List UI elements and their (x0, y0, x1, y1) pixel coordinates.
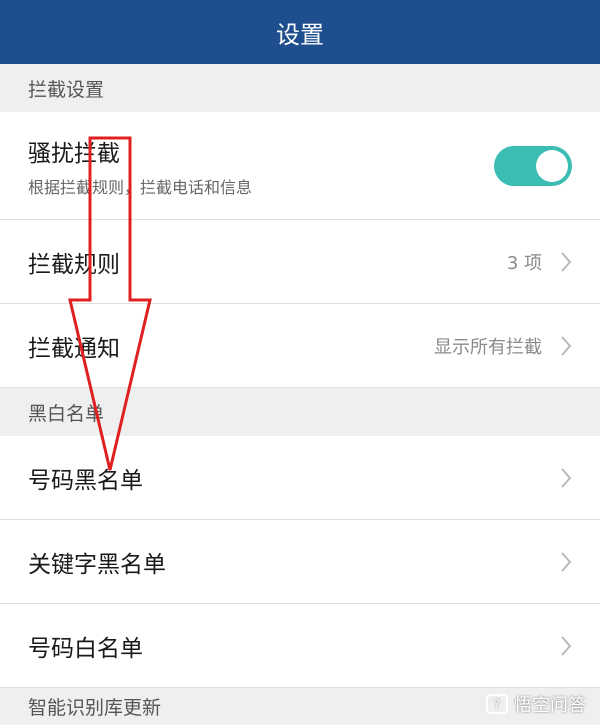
intercept-notify-row[interactable]: 拦截通知 显示所有拦截 (0, 304, 600, 388)
section-header-blackwhite: 黑白名单 (0, 388, 600, 436)
row-title: 号码白名单 (28, 635, 143, 662)
harassment-intercept-row[interactable]: 骚扰拦截 根据拦截规则，拦截电话和信息 (0, 112, 600, 220)
row-text: 骚扰拦截 根据拦截规则，拦截电话和信息 (28, 134, 252, 198)
watermark: ? 悟空问答 (486, 691, 586, 717)
chevron-right-icon (561, 335, 572, 356)
watermark-text: 悟空问答 (514, 695, 586, 716)
row-title: 骚扰拦截 (28, 140, 120, 167)
row-title: 号码黑名单 (28, 467, 143, 494)
row-subtitle: 根据拦截规则，拦截电话和信息 (28, 177, 253, 197)
chevron-right-icon (561, 635, 572, 656)
section-label: 黑白名单 (28, 402, 105, 425)
title-bar: 设置 (0, 0, 600, 64)
section-header-intercept: 拦截设置 (0, 64, 600, 112)
row-value: 显示所有拦截 (434, 336, 542, 358)
chevron-right-icon (561, 251, 572, 272)
section-label: 拦截设置 (28, 78, 105, 101)
intercept-rules-row[interactable]: 拦截规则 3 项 (0, 220, 600, 304)
row-title: 拦截规则 (28, 251, 120, 278)
row-right: 显示所有拦截 (434, 333, 572, 359)
toggle-knob (536, 149, 568, 182)
wukong-logo-icon: ? (486, 694, 508, 714)
number-blacklist-row[interactable]: 号码黑名单 (0, 436, 600, 520)
keyword-blacklist-row[interactable]: 关键字黑名单 (0, 520, 600, 604)
row-right: 3 项 (507, 249, 572, 275)
page-title: 设置 (276, 20, 324, 49)
chevron-right-icon (561, 551, 572, 572)
harassment-intercept-toggle[interactable] (494, 145, 572, 186)
row-title: 拦截通知 (28, 335, 120, 362)
section-label: 智能识别库更新 (28, 697, 162, 719)
row-title: 关键字黑名单 (28, 551, 166, 578)
row-value: 3 项 (506, 252, 542, 274)
chevron-right-icon (561, 467, 572, 488)
number-whitelist-row[interactable]: 号码白名单 (0, 604, 600, 688)
